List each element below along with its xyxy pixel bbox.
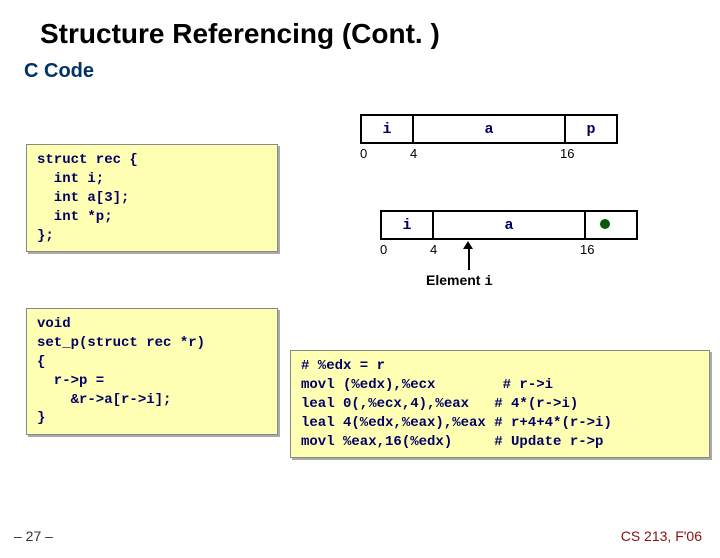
diagram2-offset-16: 16	[580, 242, 630, 257]
page-title: Structure Referencing (Cont. )	[40, 18, 720, 50]
diagram1-field-p: p	[566, 114, 618, 144]
diagram1-field-a: a	[414, 114, 566, 144]
section-subtitle: C Code	[24, 60, 720, 83]
element-arrow	[468, 248, 470, 270]
diagram2-offset-4: 4	[430, 242, 580, 257]
code-assembly: # %edx = r movl (%edx),%ecx # r->i leal …	[290, 350, 710, 458]
diagram2-field-a: a	[434, 210, 586, 240]
diagram1-offset-16: 16	[560, 146, 610, 161]
diagram2-field-i: i	[380, 210, 434, 240]
element-arrowhead-icon	[463, 241, 473, 249]
diagram1-field-i: i	[360, 114, 414, 144]
element-label: Element i	[426, 272, 493, 290]
element-label-var: i	[484, 274, 492, 290]
pointer-dot-icon	[600, 219, 610, 229]
diagram1-offset-0: 0	[360, 146, 410, 161]
code-setp-func: void set_p(struct rec *r) { r->p = &r->a…	[26, 308, 278, 435]
diagram2-field-p	[586, 210, 638, 240]
page-number: – 27 –	[14, 528, 53, 544]
struct-diagram-1: i a p 0 4 16	[360, 114, 618, 161]
course-tag: CS 213, F'06	[621, 528, 702, 544]
struct-diagram-2: i a 0 4 16	[380, 210, 638, 257]
code-struct-def: struct rec { int i; int a[3]; int *p; };	[26, 144, 278, 252]
element-label-text: Element	[426, 272, 480, 288]
diagram2-offset-0: 0	[380, 242, 430, 257]
diagram1-offset-4: 4	[410, 146, 560, 161]
